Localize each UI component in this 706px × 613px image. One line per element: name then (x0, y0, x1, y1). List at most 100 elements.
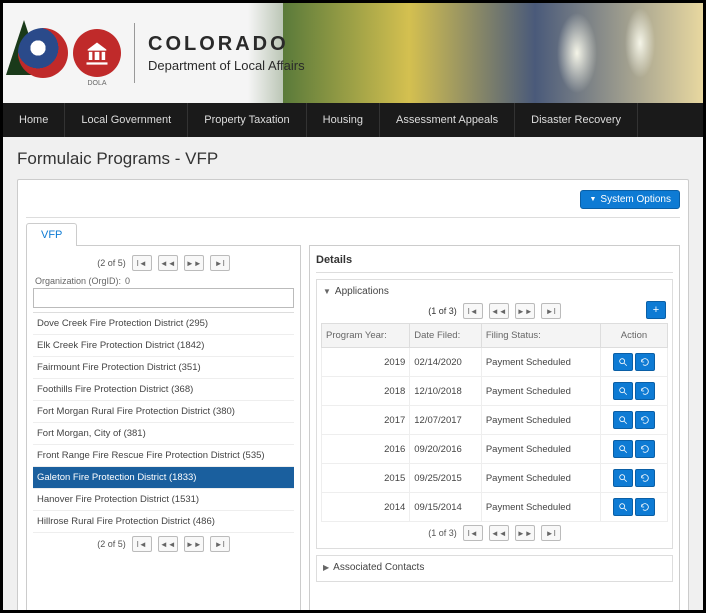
nav-local-government[interactable]: Local Government (65, 103, 188, 137)
org-filter-input[interactable] (33, 288, 294, 308)
pager-prev-icon[interactable]: ◄◄ (158, 536, 178, 552)
header-divider (134, 23, 135, 83)
org-filter-label: Organization (OrgID): 0 (33, 274, 294, 288)
apps-pager-text-bottom: (1 of 3) (428, 528, 457, 538)
nav-assessment-appeals[interactable]: Assessment Appeals (380, 103, 515, 137)
org-list-item[interactable]: Fairmount Fire Protection District (351) (33, 357, 294, 379)
cell-year: 2016 (322, 435, 410, 464)
org-pager-top: (2 of 5) I◄ ◄◄ ►► ►I (33, 252, 294, 274)
search-icon (618, 413, 628, 428)
add-application-button[interactable]: + (646, 301, 666, 319)
org-list-item[interactable]: Galeton Fire Protection District (1833) (33, 467, 294, 489)
org-list-item[interactable]: Hillrose Rural Fire Protection District … (33, 511, 294, 533)
cell-date: 02/14/2020 (410, 348, 482, 377)
search-icon (618, 471, 628, 486)
view-button[interactable] (613, 382, 633, 400)
header-subtitle: Department of Local Affairs (148, 58, 305, 73)
pager-next-icon[interactable]: ►► (184, 255, 204, 271)
cell-date: 09/25/2015 (410, 464, 482, 493)
cell-status: Payment Scheduled (481, 348, 600, 377)
org-list-item[interactable]: Dove Creek Fire Protection District (295… (33, 313, 294, 335)
applications-table: Program Year: Date Filed: Filing Status:… (321, 323, 668, 522)
refresh-button[interactable] (635, 440, 655, 458)
tab-strip: VFP (26, 222, 680, 245)
refresh-icon (640, 413, 650, 428)
view-button[interactable] (613, 411, 633, 429)
cell-date: 12/07/2017 (410, 406, 482, 435)
cell-year: 2014 (322, 493, 410, 522)
plus-icon: + (653, 304, 659, 316)
cell-action (600, 435, 667, 464)
org-list: Dove Creek Fire Protection District (295… (33, 312, 294, 533)
col-action: Action (600, 324, 667, 348)
nav-home[interactable]: Home (3, 103, 65, 137)
dola-logo-icon: DOLA (73, 29, 121, 77)
cell-status: Payment Scheduled (481, 493, 600, 522)
refresh-button[interactable] (635, 498, 655, 516)
pager-last-icon[interactable]: ►I (210, 536, 230, 552)
apps-pager-bottom: (1 of 3) I◄ ◄◄ ►► ►I (321, 522, 668, 544)
refresh-button[interactable] (635, 469, 655, 487)
applications-header[interactable]: ▼ Applications (321, 284, 668, 301)
pager-first-icon[interactable]: I◄ (132, 536, 152, 552)
pager-last-icon[interactable]: ►I (210, 255, 230, 271)
associated-contacts-header[interactable]: ▶ Associated Contacts (321, 560, 668, 577)
header-title-block: COLORADO Department of Local Affairs (148, 33, 305, 73)
view-button[interactable] (613, 469, 633, 487)
colorado-seal-icon (18, 28, 68, 78)
nav-housing[interactable]: Housing (307, 103, 380, 137)
system-options-button[interactable]: System Options (580, 190, 680, 209)
pager-first-icon[interactable]: I◄ (463, 303, 483, 319)
associated-contacts-section: ▶ Associated Contacts (316, 555, 673, 582)
cell-status: Payment Scheduled (481, 406, 600, 435)
cell-status: Payment Scheduled (481, 435, 600, 464)
table-row: 201812/10/2018Payment Scheduled (322, 377, 668, 406)
cell-year: 2018 (322, 377, 410, 406)
pager-last-icon[interactable]: ►I (541, 303, 561, 319)
refresh-button[interactable] (635, 382, 655, 400)
associated-contacts-label: Associated Contacts (333, 562, 424, 573)
org-list-item[interactable]: Elk Creek Fire Protection District (1842… (33, 335, 294, 357)
org-list-item[interactable]: Fort Morgan Rural Fire Protection Distri… (33, 401, 294, 423)
pager-prev-icon[interactable]: ◄◄ (489, 525, 509, 541)
nav-disaster-recovery[interactable]: Disaster Recovery (515, 103, 638, 137)
caret-down-icon: ▼ (323, 287, 331, 296)
pager-next-icon[interactable]: ►► (515, 303, 535, 319)
nav-property-taxation[interactable]: Property Taxation (188, 103, 306, 137)
pager-first-icon[interactable]: I◄ (463, 525, 483, 541)
details-title: Details (316, 252, 673, 273)
col-status[interactable]: Filing Status: (481, 324, 600, 348)
cell-date: 12/10/2018 (410, 377, 482, 406)
table-row: 201509/25/2015Payment Scheduled (322, 464, 668, 493)
pager-prev-icon[interactable]: ◄◄ (489, 303, 509, 319)
tab-vfp[interactable]: VFP (26, 223, 77, 246)
pager-next-icon[interactable]: ►► (515, 525, 535, 541)
org-count: 0 (125, 276, 130, 286)
refresh-icon (640, 384, 650, 399)
pager-next-icon[interactable]: ►► (184, 536, 204, 552)
cell-year: 2019 (322, 348, 410, 377)
refresh-button[interactable] (635, 411, 655, 429)
header-title: COLORADO (148, 33, 305, 56)
org-pager-text-bottom: (2 of 5) (97, 539, 126, 549)
table-row: 201712/07/2017Payment Scheduled (322, 406, 668, 435)
org-list-item[interactable]: Fort Morgan, City of (381) (33, 423, 294, 445)
apps-pager-text: (1 of 3) (428, 306, 457, 316)
system-options-label: System Options (600, 194, 671, 205)
org-list-item[interactable]: Front Range Fire Rescue Fire Protection … (33, 445, 294, 467)
col-year[interactable]: Program Year: (322, 324, 410, 348)
org-list-item[interactable]: Hanover Fire Protection District (1531) (33, 489, 294, 511)
view-button[interactable] (613, 353, 633, 371)
view-button[interactable] (613, 440, 633, 458)
col-date[interactable]: Date Filed: (410, 324, 482, 348)
refresh-icon (640, 500, 650, 515)
caret-right-icon: ▶ (323, 563, 329, 572)
view-button[interactable] (613, 498, 633, 516)
pager-first-icon[interactable]: I◄ (132, 255, 152, 271)
org-list-item[interactable]: Foothills Fire Protection District (368) (33, 379, 294, 401)
pager-last-icon[interactable]: ►I (541, 525, 561, 541)
pager-prev-icon[interactable]: ◄◄ (158, 255, 178, 271)
refresh-button[interactable] (635, 353, 655, 371)
search-icon (618, 355, 628, 370)
refresh-icon (640, 355, 650, 370)
